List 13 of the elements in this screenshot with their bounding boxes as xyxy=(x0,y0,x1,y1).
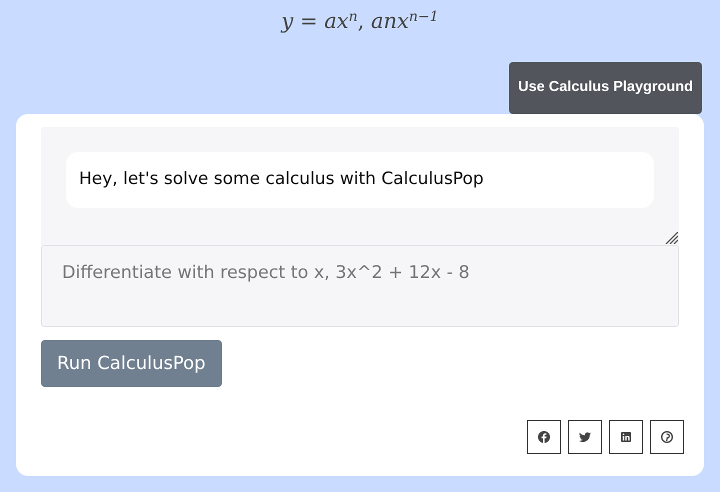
facebook-icon xyxy=(538,431,550,443)
pinterest-icon xyxy=(661,431,673,443)
playground-button[interactable]: Use Calculus Playground xyxy=(509,62,702,114)
share-button[interactable] xyxy=(568,420,602,454)
formula: y = ax$^{n}$, anx$^{n−1}$ xyxy=(281,9,439,33)
share-button[interactable] xyxy=(650,420,684,454)
share-button[interactable] xyxy=(527,420,561,454)
run-button[interactable]: Run CalculusPop xyxy=(41,340,222,387)
chat-message: Hey, let's solve some calculus with CalculusPop xyxy=(66,152,654,208)
linkedin-icon xyxy=(620,431,632,443)
prompt-field[interactable]: Differentiate with respect to x, 3x^2 + 12x - 8 xyxy=(41,245,679,327)
share-button[interactable] xyxy=(609,420,643,454)
bird-icon xyxy=(579,431,591,443)
